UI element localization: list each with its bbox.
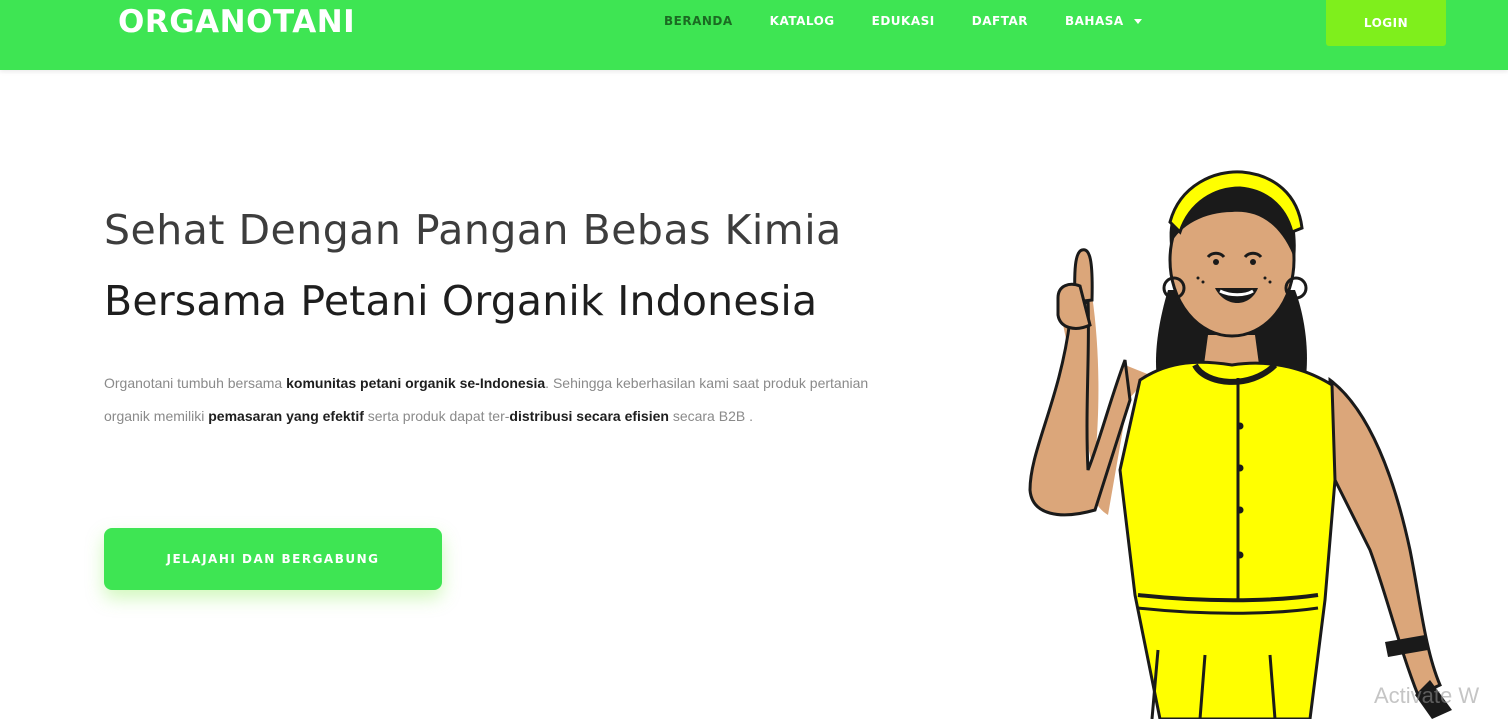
nav-daftar[interactable]: DAFTAR: [972, 14, 1028, 28]
chevron-down-icon: [1133, 18, 1142, 24]
nav-bahasa-dropdown[interactable]: BAHASA: [1065, 14, 1142, 28]
hero-desc-bold: distribusi secara efisien: [509, 408, 669, 424]
hero-desc-text: serta produk dapat ter-: [363, 408, 510, 424]
nav-katalog[interactable]: KATALOG: [770, 14, 835, 28]
page: ORGANOTANI BERANDA KATALOG EDUKASI DAFTA…: [0, 0, 1508, 719]
activate-windows-watermark: Activate W: [1374, 683, 1480, 708]
hero-desc-text: secara B2B .: [668, 408, 753, 424]
navbar: ORGANOTANI BERANDA KATALOG EDUKASI DAFTA…: [0, 0, 1508, 70]
woman-illustration: [1028, 170, 1452, 719]
hero-title-line2: Bersama Petani Organik Indonesia: [104, 277, 818, 325]
hero-title-line1: Sehat Dengan Pangan Bebas Kimia: [104, 206, 842, 254]
login-button[interactable]: LOGIN: [1326, 0, 1446, 46]
hero-description: Organotani tumbuh bersama komunitas peta…: [104, 367, 904, 433]
nav-beranda[interactable]: BERANDA: [664, 14, 733, 28]
nav-bahasa-label: BAHASA: [1064, 14, 1124, 28]
hero-desc-bold: pemasaran yang efektif: [208, 408, 364, 424]
nav-edukasi[interactable]: EDUKASI: [872, 14, 935, 28]
brand-logo[interactable]: ORGANOTANI: [118, 4, 355, 40]
hero-desc-text: Organotani tumbuh bersama: [104, 375, 287, 391]
explore-join-button[interactable]: JELAJAHI DAN BERGABUNG: [104, 528, 442, 590]
main-nav: BERANDA KATALOG EDUKASI DAFTAR BAHASA: [664, 14, 1142, 28]
hero-desc-bold: komunitas petani organik se-Indonesia: [286, 375, 546, 391]
